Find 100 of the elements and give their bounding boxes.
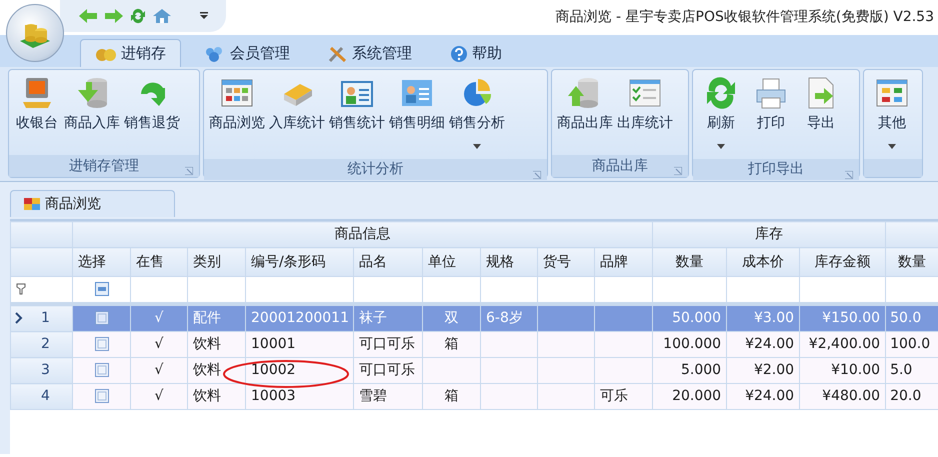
table-cell: 100.0	[890, 336, 930, 352]
table-cell: 10002	[251, 362, 296, 378]
column-header[interactable]: 单位	[422, 248, 480, 276]
row-number: 2	[41, 335, 50, 354]
column-header[interactable]: 类别	[188, 248, 246, 276]
table-cell: √	[154, 362, 164, 378]
table-cell: 配件	[193, 310, 221, 326]
column-header[interactable]: 库存金额	[800, 248, 886, 276]
ribbon-tab[interactable]: 进销存	[80, 39, 181, 67]
ribbon-tab[interactable]: 会员管理	[189, 39, 305, 67]
table-cell: 10001	[251, 336, 296, 352]
column-group-header: 库存	[652, 222, 886, 248]
table-cell: 50.000	[672, 310, 722, 326]
ribbon-button[interactable]: 出库统计	[615, 76, 675, 134]
ribbon-button[interactable]: 销售明细	[387, 76, 447, 134]
table-cell: 20.000	[672, 388, 722, 404]
table-cell: 5.000	[680, 362, 722, 378]
row-number: 1	[41, 309, 50, 328]
column-header[interactable]: 成本价	[726, 248, 800, 276]
table-cell: ¥2.00	[754, 362, 794, 378]
column-header[interactable]: 编号/条形码	[246, 248, 354, 276]
ribbon-button[interactable]: 商品出库	[555, 76, 615, 134]
checkbox[interactable]	[94, 389, 108, 404]
column-header[interactable]: 数量	[886, 248, 938, 276]
column-header[interactable]: 选择	[72, 248, 130, 276]
table-cell: ¥24.00	[745, 388, 794, 404]
table-cell: ¥24.00	[745, 336, 794, 352]
computer-icon	[20, 76, 54, 110]
table-cell: 6-8岁	[486, 310, 523, 326]
ribbon-button[interactable]: 销售分析	[447, 76, 507, 159]
caret-icon	[888, 144, 896, 150]
ribbon-button[interactable]: 商品入库	[62, 76, 122, 134]
column-header[interactable]: 规格	[480, 248, 538, 276]
table-cell: 可口可乐	[359, 336, 415, 352]
column-header[interactable]: 品牌	[594, 248, 653, 276]
caret-icon	[473, 144, 481, 150]
grid-icon	[23, 196, 41, 212]
column-header[interactable]: 品名	[354, 248, 422, 276]
table-cell: 20.0	[890, 388, 922, 404]
ribbon-button[interactable]: 收银台	[12, 76, 62, 134]
table-cell: √	[154, 336, 164, 352]
refresh-icon	[704, 76, 738, 110]
table-cell: ¥2,400.00	[808, 336, 880, 352]
table-cell: 20001200011	[251, 310, 349, 326]
table-cell: 可乐	[600, 388, 628, 404]
ribbon-button[interactable]: 销售统计	[327, 76, 387, 134]
table-cell: 双	[444, 310, 458, 326]
table-cell: 箱	[444, 388, 458, 404]
table-cell: ¥480.00	[822, 388, 880, 404]
ribbon-group-footer	[864, 159, 922, 177]
table-cell: 饮料	[193, 388, 221, 404]
checkbox[interactable]	[94, 363, 108, 378]
ribbon-button[interactable]: 商品浏览	[207, 76, 267, 134]
ribbon-button[interactable]: 销售退货	[122, 76, 182, 134]
group-label: 进销存管理	[69, 156, 139, 176]
home-icon	[152, 8, 172, 24]
table-cell: √	[154, 310, 164, 326]
ribbon-button[interactable]: 入库统计	[267, 76, 327, 134]
row-number: 4	[41, 387, 50, 406]
caret-icon	[717, 144, 725, 150]
table-cell: ¥150.00	[822, 310, 880, 326]
help-icon	[450, 44, 468, 62]
filter-icon	[16, 283, 26, 296]
checkbox[interactable]	[94, 337, 108, 352]
row-pointer-icon	[15, 312, 23, 324]
checkbox-filter-icon	[94, 282, 108, 296]
database-download-icon	[75, 76, 109, 110]
table-cell: 5.0	[890, 362, 912, 378]
forward-icon	[104, 8, 124, 24]
refresh-icon	[130, 8, 146, 24]
table-cell: 饮料	[193, 362, 221, 378]
table-cell: √	[154, 388, 164, 404]
table-cell: 可口可乐	[359, 362, 415, 378]
checkbox[interactable]	[94, 311, 108, 326]
ribbon-button[interactable]: 导出	[796, 76, 846, 134]
document-tab[interactable]: 商品浏览	[10, 190, 175, 217]
column-group-header: 商品信息	[72, 222, 653, 248]
row-number: 3	[41, 361, 50, 380]
table-cell: 袜子	[359, 310, 387, 326]
window-title: 商品浏览 - 星宇专卖店POS收银软件管理系统(免费版) V2.53	[556, 8, 934, 27]
ribbon-tab[interactable]: 系统管理	[313, 39, 427, 67]
back-icon	[78, 8, 98, 24]
table-cell: 饮料	[193, 336, 221, 352]
table-cell: 雪碧	[359, 388, 387, 404]
table-cell: 50.0	[890, 310, 922, 326]
column-header[interactable]: 在售	[130, 248, 188, 276]
table-cell: 100.000	[663, 336, 722, 352]
printer-icon	[754, 76, 788, 110]
group-label: 统计分析	[348, 160, 404, 179]
ribbon-button[interactable]: 刷新	[696, 76, 746, 159]
column-header[interactable]: 货号	[538, 248, 594, 276]
table-cell: 箱	[444, 336, 458, 352]
customize-icon	[200, 12, 208, 20]
tools-icon	[328, 44, 348, 62]
ribbon-button[interactable]: 打印	[746, 76, 796, 134]
group-label: 商品出库	[592, 156, 648, 176]
group-label: 打印导出	[748, 160, 804, 179]
ribbon-tab[interactable]: 帮助	[435, 39, 517, 67]
table-cell: ¥10.00	[831, 362, 880, 378]
column-header[interactable]: 数量	[652, 248, 727, 276]
